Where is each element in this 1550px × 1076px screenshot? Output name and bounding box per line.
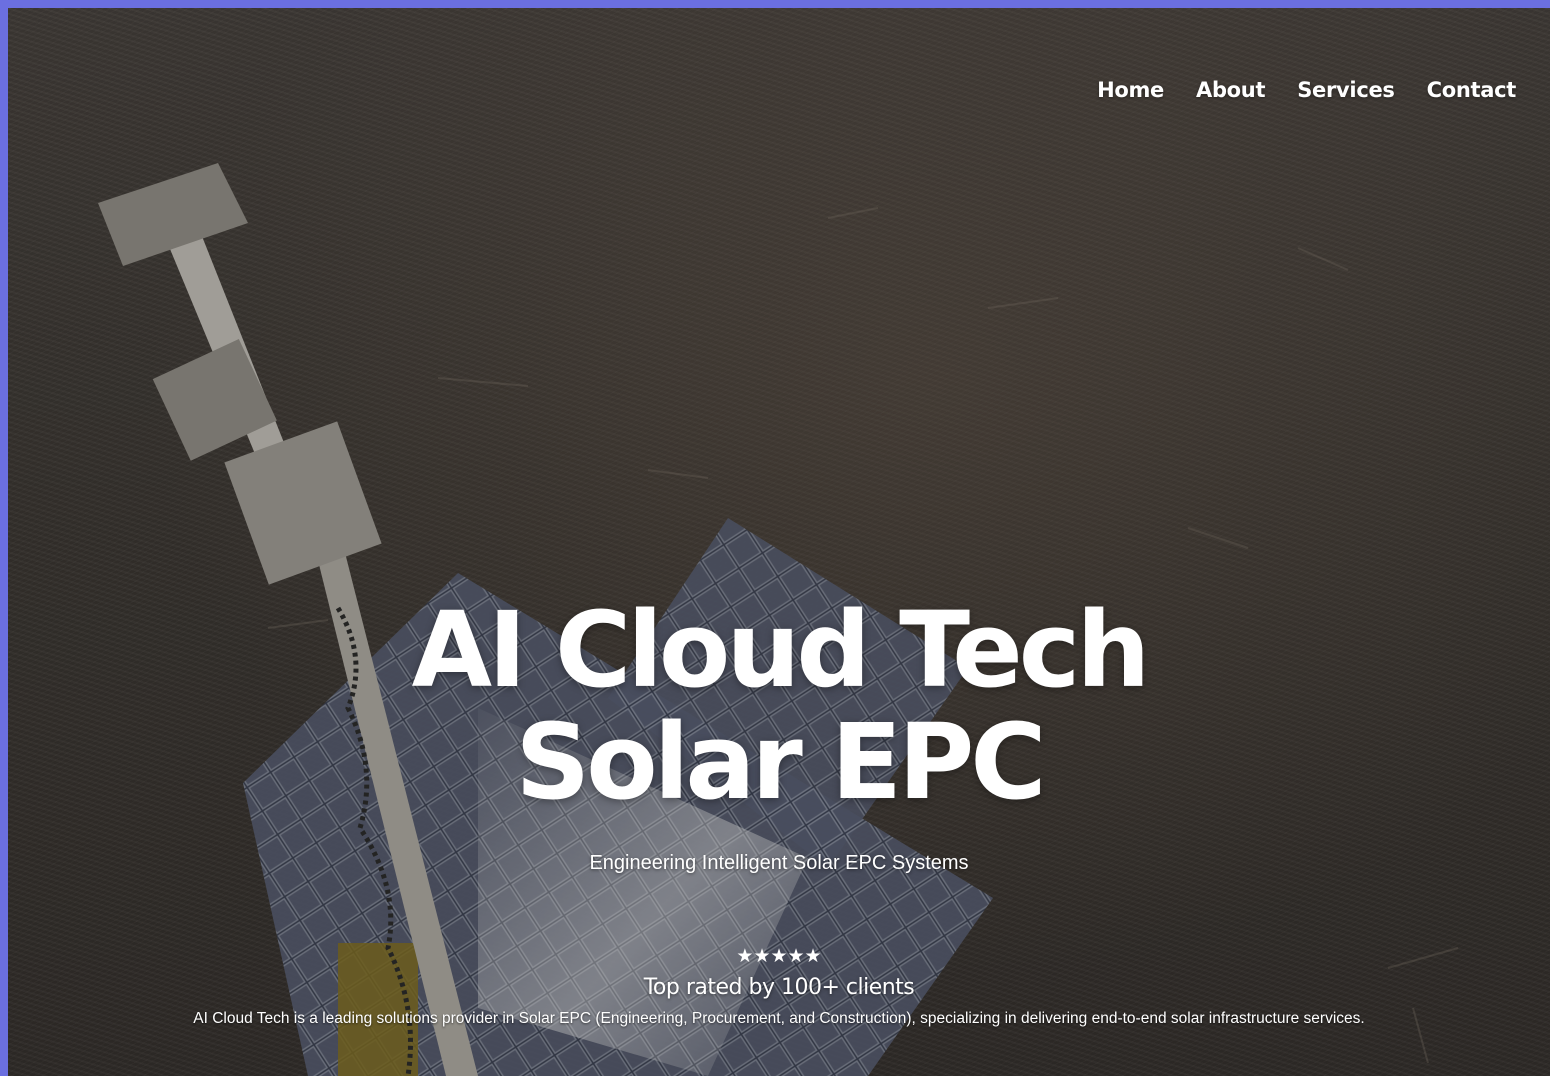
rating-text: Top rated by 100+ clients — [643, 975, 915, 1000]
hero-subtitle: Engineering Intelligent Solar EPC System… — [589, 852, 969, 874]
hero-title-line-2: Solar EPC — [515, 701, 1046, 823]
hero-title: AI Cloud Tech Solar EPC — [8, 594, 1550, 818]
nav-services[interactable]: Services — [1297, 78, 1395, 102]
page-frame: Home About Services Contact AI Cloud Tec… — [8, 8, 1550, 1076]
main-navigation: Home About Services Contact — [1097, 78, 1516, 102]
nav-contact[interactable]: Contact — [1427, 78, 1517, 102]
hero-section: AI Cloud Tech Solar EPC Engineering Inte… — [8, 594, 1550, 1028]
company-description: AI Cloud Tech is a leading solutions pro… — [193, 1010, 1365, 1027]
star-rating-icon: ★★★★★ — [736, 945, 822, 967]
hero-title-line-1: AI Cloud Tech — [411, 589, 1151, 711]
nav-about[interactable]: About — [1196, 78, 1266, 102]
nav-home[interactable]: Home — [1097, 78, 1164, 102]
